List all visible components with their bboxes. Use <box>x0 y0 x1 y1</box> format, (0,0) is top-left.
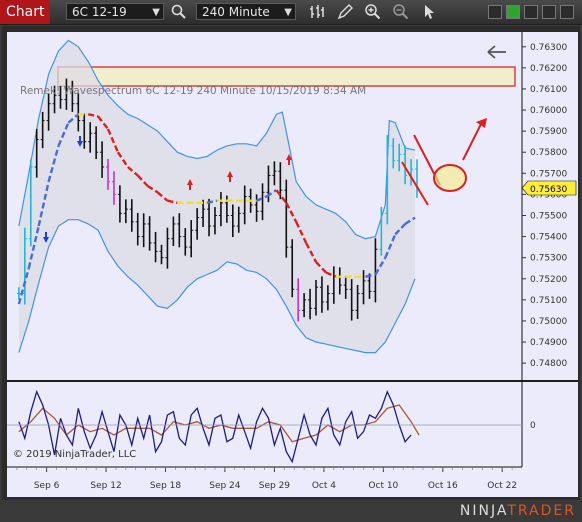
chart-canvas[interactable]: 0.76300 0.76200 0.76100 0.76000 0.75900 0.758… <box>0 0 582 522</box>
price-tick-label: 0.75100 <box>530 296 567 306</box>
copyright-label: © 2019 NinjaTrader, LLC <box>13 449 136 460</box>
current-price-label: 0.75630 <box>530 185 567 195</box>
zone-rectangle[interactable] <box>57 66 516 87</box>
highlight-ellipse[interactable] <box>433 164 467 192</box>
price-tick-label: 0.75300 <box>530 254 567 264</box>
date-tick-label: Sep 6 <box>34 481 60 491</box>
price-tick-label: 0.75000 <box>530 317 567 327</box>
logo-text-accent: TRADER <box>507 503 576 519</box>
date-tick-label: Sep 29 <box>259 481 291 491</box>
price-tick-label: 0.75700 <box>530 169 567 179</box>
date-tick-label: Sep 18 <box>150 481 182 491</box>
price-tick-label: 0.76200 <box>530 64 567 74</box>
price-tick-label: 0.76300 <box>530 43 567 53</box>
price-tick-label: 0.75800 <box>530 148 567 158</box>
date-tick-label: Oct 10 <box>368 481 398 491</box>
indicator-label: Remek! Wavespectrum 6C 12-19 240 Minute … <box>20 85 366 97</box>
price-tick-label: 0.75400 <box>530 233 567 243</box>
price-tick-label: 0.75500 <box>530 211 567 221</box>
oscillator-zero-label: 0 <box>530 421 536 431</box>
price-tick-label: 0.75900 <box>530 127 567 137</box>
date-tick-label: Sep 12 <box>90 481 121 491</box>
ninjatrader-logo: NINJATRADER <box>460 503 576 519</box>
price-tick-label: 0.76100 <box>530 85 567 95</box>
date-tick-label: Oct 22 <box>487 481 517 491</box>
price-tick-label: 0.74800 <box>530 359 567 369</box>
current-price-marker: 0.75630 <box>521 180 577 196</box>
logo-text-main: NINJA <box>459 503 508 519</box>
date-tick-label: Oct 4 <box>312 481 336 491</box>
price-tick-label: 0.75200 <box>530 275 567 285</box>
date-tick-label: Sep 24 <box>209 481 241 491</box>
price-tick-label: 0.74900 <box>530 338 567 348</box>
price-tick-label: 0.76000 <box>530 106 567 116</box>
date-tick-label: Oct 16 <box>428 481 458 491</box>
